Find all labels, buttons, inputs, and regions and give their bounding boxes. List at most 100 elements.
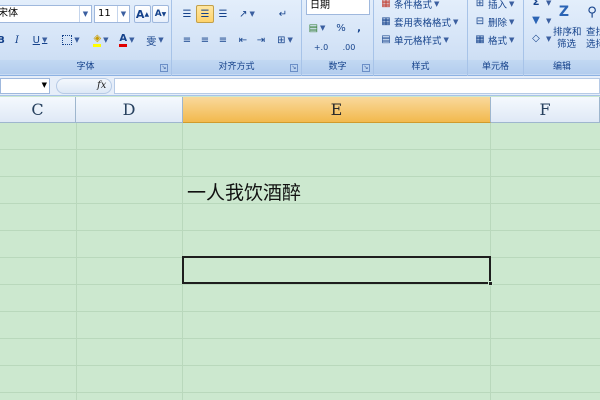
insert-button[interactable]: ⊞ 插入 ▼ — [474, 0, 515, 11]
align-middle-icon: ☰ — [200, 8, 210, 20]
align-bottom-button[interactable]: ☰ — [214, 5, 232, 23]
binoculars-icon: ⚲ — [587, 4, 597, 20]
column-header-c[interactable]: C — [0, 97, 76, 123]
font-color-button[interactable]: A ▼ — [114, 31, 140, 49]
find-select-icon-button[interactable]: ⚲ — [584, 0, 600, 25]
increase-decimal-button[interactable]: +.0 — [308, 38, 334, 56]
formula-input[interactable] — [114, 78, 600, 94]
percent-button[interactable]: % — [334, 19, 348, 37]
cell-e-text[interactable]: 一人我饮酒醉 — [187, 178, 301, 205]
align-left-button[interactable]: ≡ — [178, 31, 196, 49]
number-group: 日期 ▤ ▼ % , +.0 .00 数字 ↘ — [302, 0, 374, 76]
bold-label: B — [0, 34, 5, 46]
phonetic-icon: 雯 — [146, 36, 157, 48]
italic-label: I — [15, 34, 19, 46]
column-header-f[interactable]: F — [491, 97, 600, 123]
grow-font-label: A — [135, 7, 145, 21]
number-format-combo[interactable]: 日期 — [306, 0, 370, 15]
dialog-launcher-icon[interactable]: ↘ — [362, 64, 370, 72]
increase-indent-button[interactable]: ⇥ — [252, 31, 270, 49]
decrease-indent-icon: ⇤ — [238, 34, 248, 46]
clear-button[interactable]: ◇ ▼ — [530, 33, 551, 45]
fill-handle[interactable] — [488, 281, 493, 286]
align-middle-button[interactable]: ☰ — [196, 5, 214, 23]
active-cell[interactable] — [182, 256, 491, 284]
align-right-icon: ≡ — [218, 34, 228, 46]
font-color-icon: A — [119, 33, 128, 47]
decrease-indent-button[interactable]: ⇤ — [234, 31, 252, 49]
comma-label: , — [357, 22, 361, 34]
decrease-decimal-label: .00 — [342, 42, 356, 52]
conditional-format-icon: ▦ — [381, 0, 391, 9]
table-format-button[interactable]: ▦ 套用表格格式 ▼ — [380, 15, 458, 29]
wrap-text-icon: ↵ — [278, 8, 288, 20]
shrink-font-label: A — [154, 9, 162, 19]
underline-label: U — [32, 34, 40, 46]
editing-group: Σ▼ ▼▼ ◇▼ Z 排序和 筛选 ⚲ 查找 选择 编辑 — [524, 0, 600, 76]
cell-styles-label: 单元格样式 — [394, 36, 442, 47]
cell-styles-icon: ▤ — [381, 34, 391, 45]
column-header-d[interactable]: D — [76, 97, 183, 123]
chevron-down-icon[interactable]: ▼ — [42, 81, 47, 89]
grow-font-button[interactable]: A ▲ — [134, 5, 151, 23]
phonetic-button[interactable]: 雯 ▼ — [142, 31, 168, 49]
fill-color-icon: ◈ — [93, 33, 102, 47]
font-name-combo[interactable]: 宋体 ▼ — [0, 5, 92, 23]
percent-label: % — [336, 22, 346, 34]
border-button[interactable]: ▼ — [58, 31, 84, 49]
align-center-button[interactable]: ≡ — [196, 31, 214, 49]
align-bottom-icon: ☰ — [218, 8, 228, 20]
font-size-combo[interactable]: 11 ▼ — [94, 5, 130, 23]
eraser-icon: ◇ — [532, 33, 540, 44]
cell-styles-button[interactable]: ▤ 单元格样式 ▼ — [380, 33, 449, 47]
decrease-decimal-button[interactable]: .00 — [336, 38, 362, 56]
underline-button[interactable]: U ▼ — [28, 31, 52, 49]
chevron-down-icon[interactable]: ▼ — [79, 6, 91, 22]
align-top-icon: ☰ — [182, 8, 192, 20]
bold-button[interactable]: B — [0, 31, 8, 49]
fill-button[interactable]: ▼ ▼ — [530, 15, 551, 27]
editing-group-label: 编辑 — [524, 60, 600, 74]
shrink-font-button[interactable]: A ▼ — [152, 5, 169, 23]
autosum-button[interactable]: Σ ▼ — [530, 0, 552, 9]
conditional-format-button[interactable]: ▦ 条件格式 ▼ — [380, 0, 439, 11]
chevron-down-icon[interactable]: ▼ — [117, 6, 129, 22]
align-top-button[interactable]: ☰ — [178, 5, 196, 23]
sort-filter-button[interactable]: 排序和 筛选 — [553, 27, 582, 51]
column-header-e[interactable]: E — [183, 97, 491, 123]
format-label: 格式 — [488, 36, 508, 47]
align-right-button[interactable]: ≡ — [214, 31, 232, 49]
name-box[interactable]: ▼ — [0, 78, 50, 94]
orientation-icon: ↗ — [239, 8, 248, 20]
column-letter: D — [122, 100, 136, 119]
styles-group-label: 样式 — [374, 60, 467, 74]
function-zone: fx — [56, 78, 112, 94]
cells-group-label: 单元格 — [468, 60, 523, 74]
fill-down-icon: ▼ — [532, 15, 540, 26]
find-line2: 选择 — [586, 39, 600, 50]
format-button[interactable]: ▦ 格式 ▼ — [474, 33, 514, 47]
sort-filter-icon: Z — [558, 4, 570, 20]
insert-function-button[interactable]: fx — [97, 79, 106, 93]
fill-color-button[interactable]: ◈ ▼ — [88, 31, 114, 49]
insert-icon: ⊞ — [475, 0, 485, 9]
number-format-value: 日期 — [310, 0, 330, 11]
delete-button[interactable]: ⊟ 删除 ▼ — [474, 15, 515, 29]
italic-button[interactable]: I — [10, 31, 24, 49]
wrap-text-button[interactable]: ↵ — [274, 5, 292, 23]
column-letter: E — [330, 100, 343, 119]
dialog-launcher-icon[interactable]: ↘ — [160, 64, 168, 72]
sort-filter-icon-button[interactable]: Z — [552, 0, 576, 25]
find-select-button[interactable]: 查找 选择 — [586, 27, 600, 51]
dialog-launcher-icon[interactable]: ↘ — [290, 64, 298, 72]
align-left-icon: ≡ — [182, 34, 192, 46]
column-letter: C — [31, 100, 44, 119]
sort-filter-line1: 排序和 — [553, 27, 582, 38]
format-icon: ▦ — [475, 34, 485, 45]
delete-label: 删除 — [488, 18, 508, 29]
comma-button[interactable]: , — [352, 19, 366, 37]
alignment-group-label: 对齐方式 — [172, 60, 301, 74]
merge-center-button[interactable]: ⊞ ▼ — [272, 31, 298, 49]
orientation-button[interactable]: ↗ ▼ — [234, 5, 260, 23]
currency-button[interactable]: ▤ ▼ — [306, 19, 328, 37]
